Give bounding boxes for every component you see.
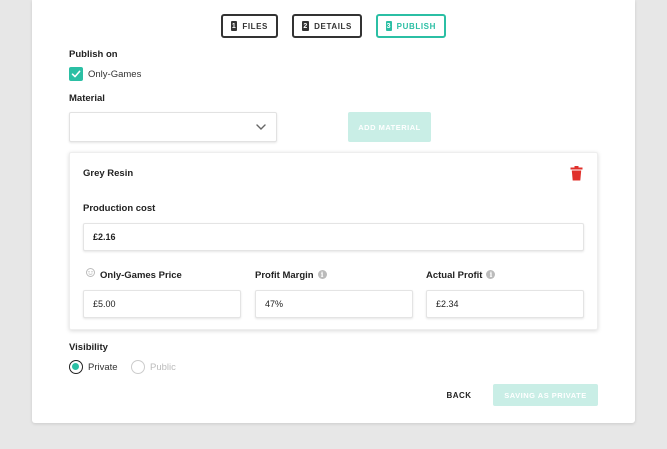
- step-publish[interactable]: 3 PUBLISH: [376, 14, 446, 38]
- info-icon[interactable]: i: [486, 270, 496, 279]
- public-label: Public: [150, 362, 176, 373]
- only-games-checkbox[interactable]: [69, 67, 83, 81]
- step-number: 1: [231, 21, 238, 31]
- step-number: 2: [302, 21, 310, 31]
- actual-profit-field[interactable]: £2.34: [426, 290, 584, 318]
- private-label: Private: [88, 362, 118, 373]
- only-games-price-label: Only-Games Price: [100, 270, 182, 281]
- publish-on-heading: Publish on: [69, 49, 118, 60]
- only-games-price-field[interactable]: £5.00: [83, 290, 241, 318]
- public-radio[interactable]: [131, 360, 145, 374]
- back-button[interactable]: BACK: [437, 386, 481, 404]
- material-select[interactable]: [69, 112, 277, 142]
- visibility-heading: Visibility: [69, 342, 108, 353]
- actual-profit-label: Actual Profit i: [426, 270, 496, 281]
- add-material-button[interactable]: ADD MATERIAL: [348, 112, 431, 142]
- save-button[interactable]: SAVING AS PRIVATE: [493, 384, 598, 406]
- step-label: FILES: [242, 21, 268, 31]
- profit-margin-text: Profit Margin: [255, 270, 314, 281]
- trash-icon[interactable]: [570, 166, 583, 181]
- material-title: Grey Resin: [83, 168, 134, 179]
- step-number: 3: [386, 21, 392, 31]
- chevron-down-icon: [256, 124, 266, 130]
- step-files[interactable]: 1 FILES: [221, 14, 278, 38]
- check-icon: [71, 70, 81, 78]
- info-icon[interactable]: i: [317, 270, 327, 279]
- production-cost-label: Production cost: [83, 203, 156, 214]
- step-details[interactable]: 2 DETAILS: [292, 14, 362, 38]
- actual-profit-text: Actual Profit: [426, 270, 483, 281]
- coin-icon: [86, 268, 95, 277]
- profit-margin-label: Profit Margin i: [255, 270, 327, 281]
- step-label: DETAILS: [314, 21, 352, 31]
- publish-card: 1 FILES 2 DETAILS 3 PUBLISH Publish on O…: [32, 0, 635, 423]
- step-label: PUBLISH: [396, 21, 436, 31]
- material-heading: Material: [69, 93, 105, 104]
- production-cost-field[interactable]: £2.16: [83, 223, 584, 251]
- only-games-label: Only-Games: [88, 69, 142, 80]
- profit-margin-field[interactable]: 47%: [255, 290, 413, 318]
- material-panel: Grey Resin Production cost £2.16 Only-Ga…: [69, 152, 598, 330]
- private-radio[interactable]: [69, 360, 83, 374]
